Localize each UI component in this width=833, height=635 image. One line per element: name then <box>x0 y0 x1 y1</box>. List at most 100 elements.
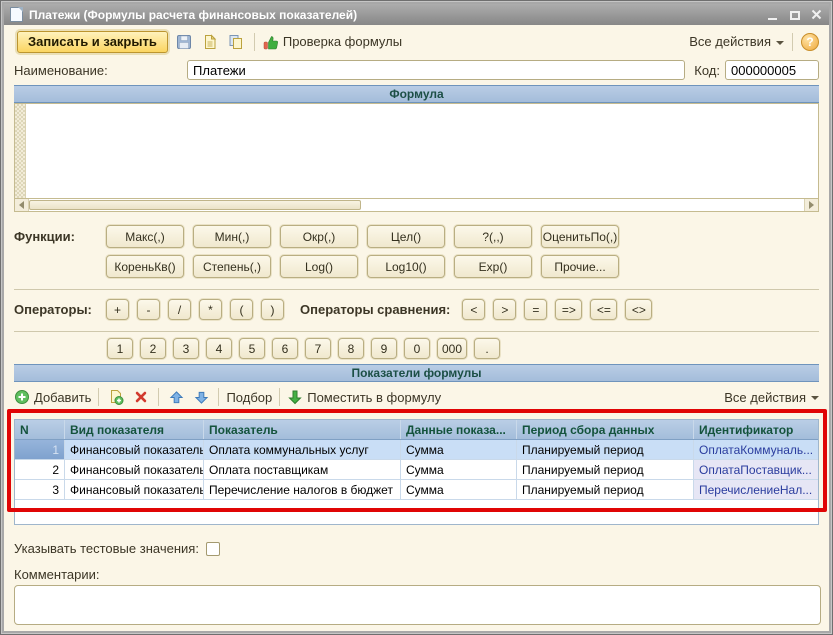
digit-000-button[interactable]: 000 <box>437 338 467 359</box>
move-up-button[interactable] <box>166 387 186 407</box>
caret-down-icon <box>776 41 784 45</box>
column-header-data[interactable]: Данные показа... <box>401 420 517 439</box>
digit-5-button[interactable]: 5 <box>239 338 265 359</box>
column-header-n[interactable]: N <box>15 420 65 439</box>
cell-identifier[interactable]: ОплатаКоммуналь... <box>694 440 818 459</box>
operator-not-equal-button[interactable]: <> <box>625 299 652 320</box>
digit-6-button[interactable]: 6 <box>272 338 298 359</box>
digit-7-button[interactable]: 7 <box>305 338 331 359</box>
decimal-point-button[interactable]: . <box>474 338 500 359</box>
cell-row-number[interactable]: 2 <box>15 460 65 479</box>
pick-button[interactable]: Подбор <box>226 390 272 405</box>
function-ternary-button[interactable]: ?(,,) <box>454 225 532 248</box>
delete-row-button[interactable] <box>131 387 151 407</box>
cell-kind[interactable]: Финансовый показатель <box>65 460 204 479</box>
function-other-button[interactable]: Прочие... <box>541 255 619 278</box>
close-button[interactable] <box>810 9 823 20</box>
cell-identifier[interactable]: ОплатаПоставщик... <box>694 460 818 479</box>
operator-less-equal-button[interactable]: <= <box>590 299 617 320</box>
digit-1-button[interactable]: 1 <box>107 338 133 359</box>
function-evaluate-button[interactable]: ОценитьПо(,) <box>541 225 619 248</box>
comments-textarea[interactable] <box>14 585 821 625</box>
operator-multiply-button[interactable]: * <box>199 299 222 320</box>
function-log-button[interactable]: Log() <box>280 255 358 278</box>
maximize-button[interactable] <box>788 9 801 20</box>
functions-label: Функции: <box>14 229 106 244</box>
check-formula-button[interactable]: Проверка формулы <box>263 34 402 50</box>
scroll-left-button[interactable] <box>15 199 29 211</box>
cell-row-number[interactable]: 3 <box>15 480 65 499</box>
cell-row-number[interactable]: 1 <box>15 440 65 459</box>
copy-row-button[interactable] <box>106 387 126 407</box>
save-button[interactable] <box>174 32 194 52</box>
help-button[interactable]: ? <box>801 33 819 51</box>
cell-kind[interactable]: Финансовый показатель <box>65 480 204 499</box>
name-input[interactable] <box>187 60 685 80</box>
formula-text-area[interactable] <box>26 104 818 198</box>
window-titlebar[interactable]: Платежи (Формулы расчета финансовых пока… <box>4 4 829 25</box>
digit-8-button[interactable]: 8 <box>338 338 364 359</box>
cell-data[interactable]: Сумма <box>401 440 517 459</box>
digit-4-button[interactable]: 4 <box>206 338 232 359</box>
formula-editor[interactable] <box>14 103 819 198</box>
table-row-2[interactable]: 2 Финансовый показатель Оплата поставщик… <box>15 460 818 480</box>
copy-button[interactable] <box>226 32 246 52</box>
operator-greater-button[interactable]: > <box>493 299 516 320</box>
horizontal-divider <box>14 289 819 290</box>
digit-9-button[interactable]: 9 <box>371 338 397 359</box>
all-actions-button[interactable]: Все действия <box>689 34 784 49</box>
cell-period[interactable]: Планируемый период <box>517 460 694 479</box>
table-row-1[interactable]: 1 Финансовый показатель Оплата коммуналь… <box>15 440 818 460</box>
function-round-button[interactable]: Окр(,) <box>280 225 358 248</box>
cell-indicator[interactable]: Оплата коммунальных услуг <box>204 440 401 459</box>
cell-period[interactable]: Планируемый период <box>517 440 694 459</box>
function-min-button[interactable]: Мин(,) <box>193 225 271 248</box>
formula-horizontal-scrollbar[interactable] <box>14 198 819 212</box>
operator-close-paren-button[interactable]: ) <box>261 299 284 320</box>
cell-data[interactable]: Сумма <box>401 480 517 499</box>
all-actions-label: Все действия <box>689 34 771 49</box>
operator-plus-button[interactable]: + <box>106 299 129 320</box>
digit-0-button[interactable]: 0 <box>404 338 430 359</box>
table-row-3[interactable]: 3 Финансовый показатель Перечисление нал… <box>15 480 818 500</box>
table-all-actions-button[interactable]: Все действия <box>724 390 819 405</box>
digit-2-button[interactable]: 2 <box>140 338 166 359</box>
page-plus-icon <box>108 389 124 405</box>
function-log10-button[interactable]: Log10() <box>367 255 445 278</box>
digit-3-button[interactable]: 3 <box>173 338 199 359</box>
add-row-button[interactable]: Добавить <box>14 389 91 405</box>
column-header-indicator[interactable]: Показатель <box>204 420 401 439</box>
function-power-button[interactable]: Степень(,) <box>193 255 271 278</box>
operator-greater-equal-button[interactable]: => <box>555 299 582 320</box>
minimize-button[interactable] <box>766 9 779 20</box>
function-int-button[interactable]: Цел() <box>367 225 445 248</box>
cell-period[interactable]: Планируемый период <box>517 480 694 499</box>
save-and-close-button[interactable]: Записать и закрыть <box>17 31 168 53</box>
move-down-button[interactable] <box>191 387 211 407</box>
scroll-right-button[interactable] <box>804 199 818 211</box>
form-content: Записать и закрыть <box>4 25 829 631</box>
operator-open-paren-button[interactable]: ( <box>230 299 253 320</box>
column-header-identifier[interactable]: Идентификатор <box>694 420 818 439</box>
cell-identifier[interactable]: ПеречислениеНал... <box>694 480 818 499</box>
scrollbar-thumb[interactable] <box>29 200 361 210</box>
cell-data[interactable]: Сумма <box>401 460 517 479</box>
cell-kind[interactable]: Финансовый показатель <box>65 440 204 459</box>
function-exp-button[interactable]: Exp() <box>454 255 532 278</box>
cell-indicator[interactable]: Оплата поставщикам <box>204 460 401 479</box>
cell-indicator[interactable]: Перечисление налогов в бюджет <box>204 480 401 499</box>
operator-less-button[interactable]: < <box>462 299 485 320</box>
reread-button[interactable] <box>200 32 220 52</box>
test-values-checkbox[interactable] <box>206 542 220 556</box>
operator-equal-button[interactable]: = <box>524 299 547 320</box>
column-header-kind[interactable]: Вид показателя <box>65 420 204 439</box>
column-header-period[interactable]: Период сбора данных <box>517 420 694 439</box>
function-max-button[interactable]: Макс(,) <box>106 225 184 248</box>
operator-minus-button[interactable]: - <box>137 299 160 320</box>
indicators-table: N Вид показателя Показатель Данные показ… <box>14 419 819 525</box>
place-in-formula-button[interactable]: Поместить в формулу <box>287 389 441 405</box>
function-sqrt-button[interactable]: КореньКв() <box>106 255 184 278</box>
code-input[interactable] <box>725 60 819 80</box>
toolbar-separator <box>279 388 280 406</box>
operator-divide-button[interactable]: / <box>168 299 191 320</box>
